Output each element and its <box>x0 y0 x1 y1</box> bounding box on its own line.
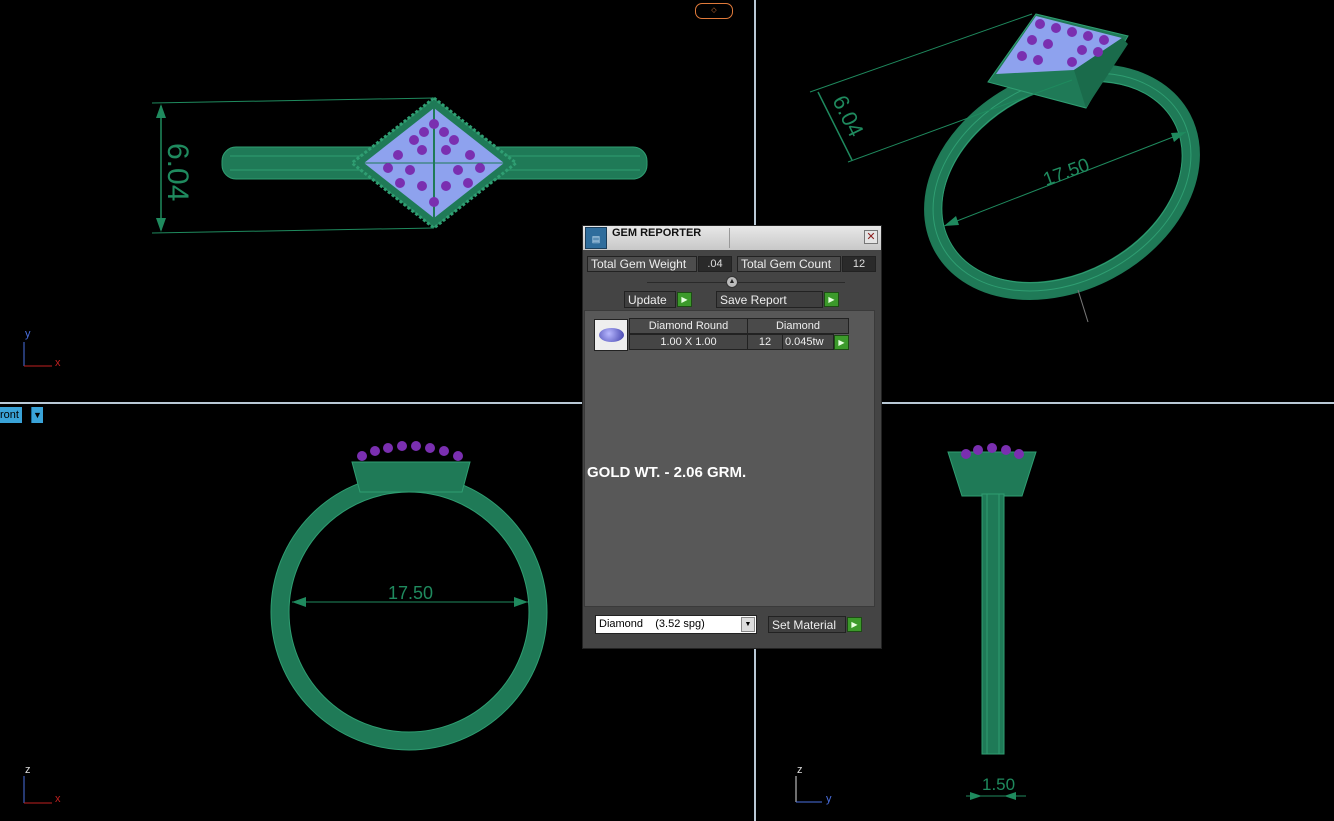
gem-weight-cell: 0.045tw <box>782 334 834 350</box>
gem-reporter-panel: ▤ GEM REPORTER ✕ Total Gem Weight .04 To… <box>582 225 882 649</box>
axis-label-y: y <box>826 793 832 805</box>
material-select-value: Diamond (3.52 spg) <box>599 618 705 630</box>
panel-title-bar[interactable]: ▤ GEM REPORTER ✕ <box>583 226 881 250</box>
axis-label-x: x <box>55 793 61 805</box>
gem-row-play-icon[interactable]: ▶ <box>834 335 849 350</box>
top-view-dimension: 6.04 <box>161 143 194 201</box>
side-view-dimension: 1.50 <box>982 775 1015 794</box>
total-gem-weight-label: Total Gem Weight <box>587 256 697 272</box>
axis-label-z: z <box>25 764 31 776</box>
section-separator <box>647 282 845 283</box>
perspective-length-dimension: 17.50 <box>1041 155 1093 191</box>
update-play-icon[interactable]: ▶ <box>677 292 692 307</box>
perspective-width-dimension: 6.04 <box>828 91 869 140</box>
update-button[interactable]: Update <box>624 291 676 308</box>
axis-label-x: x <box>55 357 61 369</box>
gem-size-cell: 1.00 X 1.00 <box>629 334 748 350</box>
view-name-label[interactable]: ront <box>0 407 22 423</box>
front-view-dimension: 17.50 <box>388 583 433 603</box>
view-dropdown-arrow[interactable]: ▼ <box>31 407 43 423</box>
total-gem-count-label: Total Gem Count <box>737 256 841 272</box>
gold-weight-note: GOLD WT. - 2.06 GRM. <box>587 464 747 481</box>
collapse-icon[interactable]: ▲ <box>726 276 738 288</box>
total-gem-weight-value: .04 <box>698 256 732 272</box>
view-cube-icon[interactable]: ◇ <box>695 3 733 19</box>
close-icon[interactable]: ✕ <box>864 230 878 244</box>
panel-title: GEM REPORTER <box>612 227 702 239</box>
set-material-button[interactable]: Set Material <box>768 616 846 633</box>
gem-thumbnail-icon[interactable] <box>594 319 628 351</box>
chevron-down-icon[interactable]: ▼ <box>741 617 755 632</box>
axis-label-z: z <box>797 764 803 776</box>
axis-label-y: y <box>25 328 31 340</box>
report-icon: ▤ <box>585 227 607 249</box>
gem-count-cell: 12 <box>747 334 783 350</box>
set-material-play-icon[interactable]: ▶ <box>847 617 862 632</box>
total-gem-count-value: 12 <box>842 256 876 272</box>
gem-name-cell: Diamond Round <box>629 318 748 334</box>
title-separator <box>729 228 730 248</box>
save-report-play-icon[interactable]: ▶ <box>824 292 839 307</box>
gem-list: Diamond Round Diamond 1.00 X 1.00 12 0.0… <box>584 310 875 607</box>
gem-material-cell: Diamond <box>747 318 849 334</box>
save-report-button[interactable]: Save Report <box>716 291 823 308</box>
material-select[interactable]: Diamond (3.52 spg) ▼ <box>595 615 757 634</box>
